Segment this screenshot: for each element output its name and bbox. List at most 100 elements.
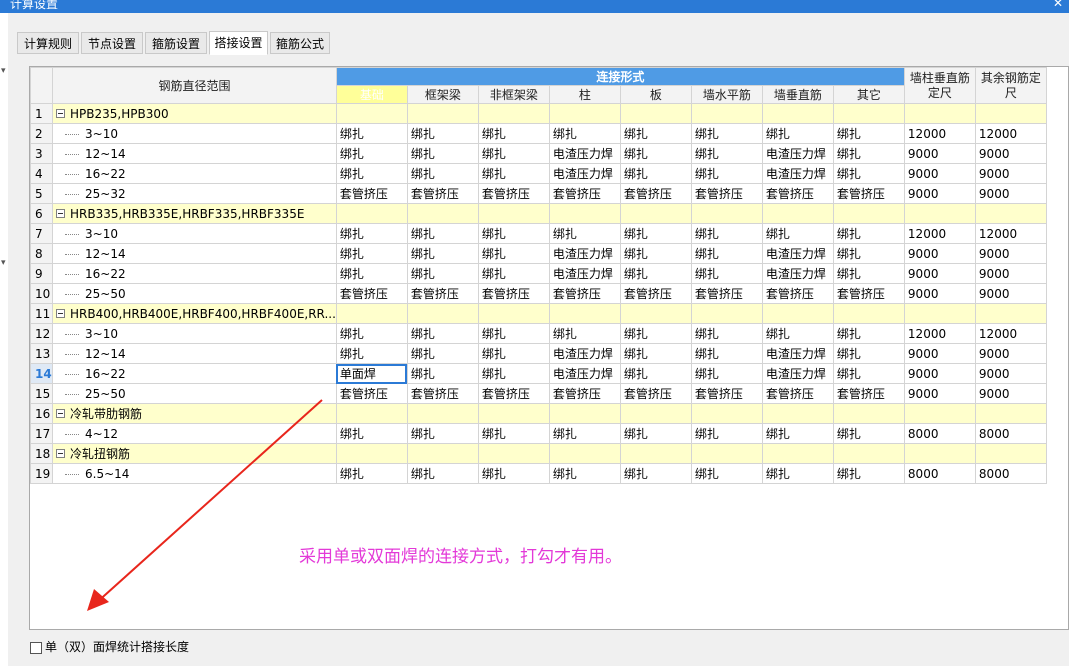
- tab-stirrup-formula[interactable]: 箍筋公式: [270, 32, 330, 54]
- table-row[interactable]: 8 12~14 绑扎 绑扎 绑扎 电渣压力焊 绑扎 绑扎 电渣压力焊 绑扎 9000 9000: [30, 243, 1047, 264]
- connection-cell[interactable]: 套管挤压: [832, 183, 905, 204]
- collapse-icon[interactable]: [56, 449, 65, 458]
- wall-length-cell[interactable]: 12000: [903, 223, 976, 244]
- wall-length-cell[interactable]: 9000: [903, 143, 976, 164]
- table-row[interactable]: 10 25~50 套管挤压 套管挤压 套管挤压 套管挤压 套管挤压 套管挤压 套管挤压 套管挤压 9…: [30, 283, 1047, 304]
- connection-cell[interactable]: 套管挤压: [477, 283, 550, 304]
- connection-cell[interactable]: 套管挤压: [619, 283, 692, 304]
- table-row[interactable]: 14 16~22 单面焊 绑扎 绑扎 电渣压力焊 绑扎 绑扎 电渣压力焊 绑扎 9000 9000: [30, 363, 1047, 384]
- connection-cell[interactable]: 套管挤压: [619, 383, 692, 404]
- connection-cell[interactable]: 绑扎: [619, 423, 692, 444]
- connection-cell[interactable]: 绑扎: [477, 123, 550, 144]
- connection-cell[interactable]: 绑扎: [335, 163, 408, 184]
- connection-cell[interactable]: 绑扎: [619, 463, 692, 484]
- connection-cell[interactable]: 绑扎: [761, 323, 834, 344]
- connection-cell[interactable]: 绑扎: [335, 263, 408, 284]
- connection-cell[interactable]: 电渣压力焊: [548, 163, 621, 184]
- connection-cell[interactable]: 套管挤压: [406, 283, 479, 304]
- connection-cell[interactable]: 绑扎: [832, 423, 905, 444]
- connection-cell[interactable]: 套管挤压: [619, 183, 692, 204]
- connection-cell[interactable]: 电渣压力焊: [548, 263, 621, 284]
- wall-length-cell[interactable]: 12000: [903, 323, 976, 344]
- connection-cell[interactable]: 绑扎: [548, 463, 621, 484]
- connection-cell[interactable]: 绑扎: [832, 343, 905, 364]
- group-label-cell[interactable]: 冷轧扭钢筋: [52, 443, 337, 464]
- connection-cell[interactable]: 绑扎: [832, 463, 905, 484]
- table-row[interactable]: 19 6.5~14 绑扎 绑扎 绑扎 绑扎 绑扎 绑扎 绑扎 绑扎 8000 8000: [30, 463, 1047, 484]
- collapse-icon[interactable]: [56, 108, 65, 118]
- connection-cell[interactable]: 绑扎: [690, 423, 763, 444]
- table-row[interactable]: 17 4~12 绑扎 绑扎 绑扎 绑扎 绑扎 绑扎 绑扎 绑扎 8000 8000: [30, 423, 1047, 444]
- connection-cell[interactable]: 绑扎: [832, 243, 905, 264]
- connection-cell[interactable]: 绑扎: [690, 243, 763, 264]
- connection-cell[interactable]: 绑扎: [761, 463, 834, 484]
- connection-cell[interactable]: 绑扎: [335, 143, 408, 164]
- connection-cell[interactable]: 套管挤压: [548, 283, 621, 304]
- connection-cell[interactable]: 绑扎: [335, 243, 408, 264]
- connection-cell[interactable]: 绑扎: [406, 163, 479, 184]
- connection-cell[interactable]: 绑扎: [335, 463, 408, 484]
- connection-cell[interactable]: 绑扎: [832, 163, 905, 184]
- connection-cell[interactable]: 套管挤压: [335, 183, 408, 204]
- connection-cell[interactable]: 绑扎: [477, 363, 550, 384]
- range-cell[interactable]: 3~10: [52, 223, 337, 244]
- group-label-cell[interactable]: 冷轧带肋钢筋: [52, 403, 337, 424]
- connection-cell[interactable]: 套管挤压: [832, 383, 905, 404]
- connection-cell[interactable]: 绑扎: [619, 263, 692, 284]
- connection-cell[interactable]: 绑扎: [335, 323, 408, 344]
- connection-cell[interactable]: 套管挤压: [477, 183, 550, 204]
- group-row[interactable]: 1 HPB235,HPB300: [30, 103, 1047, 124]
- range-cell[interactable]: 4~12: [52, 423, 337, 444]
- connection-cell[interactable]: 绑扎: [832, 143, 905, 164]
- connection-cell[interactable]: 绑扎: [548, 323, 621, 344]
- connection-cell[interactable]: 绑扎: [832, 363, 905, 384]
- range-cell[interactable]: 16~22: [52, 363, 337, 384]
- connection-cell[interactable]: 绑扎: [832, 323, 905, 344]
- wall-length-cell[interactable]: 8000: [903, 463, 976, 484]
- connection-cell[interactable]: 绑扎: [619, 163, 692, 184]
- connection-cell[interactable]: 绑扎: [406, 343, 479, 364]
- connection-cell[interactable]: 电渣压力焊: [761, 363, 834, 384]
- connection-cell[interactable]: 绑扎: [477, 143, 550, 164]
- other-length-cell[interactable]: 12000: [974, 223, 1047, 244]
- connection-cell[interactable]: 电渣压力焊: [548, 363, 621, 384]
- connection-cell[interactable]: 套管挤压: [690, 383, 763, 404]
- wall-length-cell[interactable]: 12000: [903, 123, 976, 144]
- range-cell[interactable]: 12~14: [52, 143, 337, 164]
- wall-length-cell[interactable]: 9000: [903, 263, 976, 284]
- connection-cell[interactable]: 套管挤压: [690, 283, 763, 304]
- range-cell[interactable]: 25~50: [52, 283, 337, 304]
- connection-cell[interactable]: 绑扎: [406, 123, 479, 144]
- other-length-cell[interactable]: 9000: [974, 143, 1047, 164]
- connection-cell[interactable]: 电渣压力焊: [761, 143, 834, 164]
- other-length-cell[interactable]: 9000: [974, 263, 1047, 284]
- connection-cell[interactable]: 绑扎: [832, 223, 905, 244]
- connection-cell[interactable]: 绑扎: [548, 123, 621, 144]
- connection-cell[interactable]: 绑扎: [335, 343, 408, 364]
- connection-cell[interactable]: 绑扎: [406, 363, 479, 384]
- wall-length-cell[interactable]: 9000: [903, 383, 976, 404]
- connection-cell[interactable]: 绑扎: [406, 323, 479, 344]
- connection-cell[interactable]: 绑扎: [335, 423, 408, 444]
- group-label-cell[interactable]: HPB235,HPB300: [52, 103, 337, 124]
- tab-stirrup-settings[interactable]: 箍筋设置: [145, 32, 207, 54]
- group-row[interactable]: 6 HRB335,HRB335E,HRBF335,HRBF335E: [30, 203, 1047, 224]
- range-cell[interactable]: 3~10: [52, 123, 337, 144]
- other-length-cell[interactable]: 12000: [974, 123, 1047, 144]
- connection-cell[interactable]: 套管挤压: [548, 183, 621, 204]
- connection-cell[interactable]: 电渣压力焊: [761, 243, 834, 264]
- range-cell[interactable]: 12~14: [52, 243, 337, 264]
- connection-cell[interactable]: 绑扎: [619, 143, 692, 164]
- connection-cell[interactable]: 绑扎: [619, 363, 692, 384]
- other-length-cell[interactable]: 9000: [974, 343, 1047, 364]
- connection-cell[interactable]: 绑扎: [406, 463, 479, 484]
- connection-cell[interactable]: 绑扎: [761, 423, 834, 444]
- close-icon[interactable]: ✕: [1051, 0, 1065, 10]
- group-row[interactable]: 16 冷轧带肋钢筋: [30, 403, 1047, 424]
- wall-length-cell[interactable]: 9000: [903, 243, 976, 264]
- connection-cell[interactable]: 绑扎: [406, 143, 479, 164]
- table-row[interactable]: 12 3~10 绑扎 绑扎 绑扎 绑扎 绑扎 绑扎 绑扎 绑扎 12000 12000: [30, 323, 1047, 344]
- wall-length-cell[interactable]: 9000: [903, 183, 976, 204]
- connection-cell[interactable]: 电渣压力焊: [761, 163, 834, 184]
- table-row[interactable]: 9 16~22 绑扎 绑扎 绑扎 电渣压力焊 绑扎 绑扎 电渣压力焊 绑扎 9000 9000: [30, 263, 1047, 284]
